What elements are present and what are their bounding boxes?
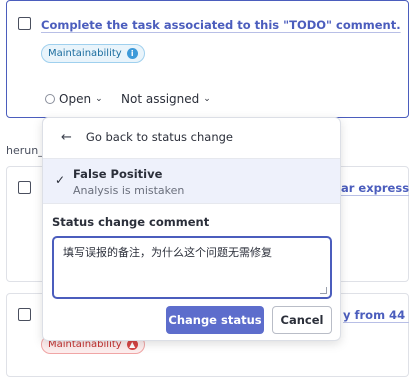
status-change-popup: ← Go back to status change ✓ False Posit… (42, 117, 341, 341)
chevron-down-icon: ⌄ (203, 94, 211, 104)
option-subtitle: Analysis is mistaken (73, 184, 185, 197)
false-positive-option[interactable]: ✓ False Positive Analysis is mistaken (43, 158, 340, 204)
status-dropdown[interactable]: Open ⌄ (45, 92, 103, 106)
chevron-down-icon: ⌄ (95, 94, 103, 104)
option-title: False Positive (73, 167, 163, 181)
resize-handle-icon[interactable] (320, 287, 327, 294)
comment-textarea[interactable]: 填写误报的备注，为什么这个问题无需修复 (52, 236, 332, 299)
info-icon: i (126, 48, 138, 59)
issue-checkbox[interactable] (18, 181, 31, 194)
issue-checkbox[interactable] (18, 17, 31, 30)
issue-title-link[interactable]: y from 44 to (343, 308, 409, 322)
open-status-icon (45, 94, 55, 104)
assignee-dropdown[interactable]: Not assigned ⌄ (121, 92, 211, 106)
comment-label: Status change comment (52, 215, 210, 229)
issue-card: Complete the task associated to this "TO… (6, 0, 409, 118)
truncated-text: herun_ (6, 144, 44, 157)
status-label: Open (59, 92, 92, 106)
issue-title-link[interactable]: ar expression (341, 181, 409, 195)
tag-label: Maintainability (48, 48, 122, 59)
assignee-label: Not assigned (121, 92, 200, 106)
issue-title-link[interactable]: Complete the task associated to this "TO… (41, 18, 401, 32)
issue-checkbox[interactable] (18, 308, 31, 321)
comment-text: 填写误报的备注，为什么这个问题无需修复 (63, 246, 272, 259)
change-status-button[interactable]: Change status (166, 306, 264, 334)
back-label: Go back to status change (85, 130, 234, 144)
checkmark-icon: ✓ (55, 173, 66, 187)
back-to-status-change[interactable]: ← Go back to status change (43, 118, 340, 156)
maintainability-tag: Maintainability i (41, 44, 145, 63)
arrow-left-icon: ← (61, 129, 72, 145)
cancel-button[interactable]: Cancel (272, 306, 332, 334)
